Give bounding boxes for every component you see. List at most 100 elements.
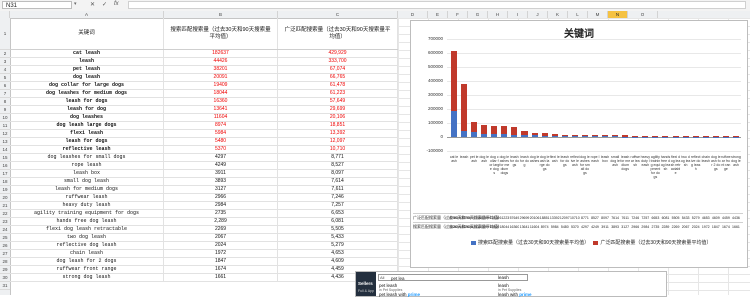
broad-volume-cell[interactable]: 8,097 bbox=[278, 170, 398, 177]
keyword-cell[interactable]: leash for dog bbox=[10, 106, 164, 113]
keyword-cell[interactable]: hands free dog leash bbox=[10, 218, 164, 225]
bar-search-volume[interactable] bbox=[531, 135, 538, 137]
keyword-cell[interactable]: cat leash bbox=[10, 50, 164, 57]
bar-broad-volume[interactable] bbox=[682, 135, 689, 137]
row-header[interactable]: 6 bbox=[0, 82, 10, 90]
row-header[interactable]: 18 bbox=[0, 178, 10, 186]
search-volume-cell[interactable]: 1661 bbox=[164, 274, 278, 281]
keyword-cell[interactable]: dog leash for 2 dogs bbox=[10, 258, 164, 265]
search-volume-cell[interactable]: 5480 bbox=[164, 138, 278, 145]
column-header-j[interactable]: J bbox=[528, 11, 548, 18]
keyword-cell[interactable]: heavy duty leash bbox=[10, 202, 164, 209]
keyword-cell[interactable]: flexi leash bbox=[10, 130, 164, 137]
bar-broad-volume[interactable] bbox=[652, 135, 659, 137]
bar-search-volume[interactable] bbox=[581, 136, 588, 137]
bar-broad-volume[interactable] bbox=[612, 135, 619, 137]
search-volume-cell[interactable]: 3911 bbox=[164, 170, 278, 177]
bar-broad-volume[interactable] bbox=[541, 133, 548, 136]
broad-volume-cell[interactable]: 5,279 bbox=[278, 242, 398, 249]
row-header[interactable]: 26 bbox=[0, 242, 10, 250]
keyword-cell[interactable]: leash bbox=[10, 58, 164, 65]
keyword-header[interactable]: 关键词 bbox=[10, 18, 164, 49]
row-header[interactable]: 2 bbox=[0, 50, 10, 58]
bar-search-volume[interactable] bbox=[461, 130, 468, 137]
search-volume-cell[interactable]: 2024 bbox=[164, 242, 278, 249]
row-header[interactable]: 17 bbox=[0, 170, 10, 178]
keyword-cell[interactable]: dog leashes for small dogs bbox=[10, 154, 164, 161]
cancel-icon[interactable]: ✕ bbox=[90, 1, 95, 8]
broad-volume-cell[interactable]: 66,765 bbox=[278, 74, 398, 81]
row-header[interactable]: 29 bbox=[0, 266, 10, 274]
search-volume-cell[interactable]: 16360 bbox=[164, 98, 278, 105]
search-volume-cell[interactable]: 2,289 bbox=[164, 218, 278, 225]
search-volume-cell[interactable]: 1674 bbox=[164, 266, 278, 273]
broad-volume-cell[interactable]: 4,609 bbox=[278, 258, 398, 265]
bar-search-volume[interactable] bbox=[501, 134, 508, 137]
column-header-d[interactable]: D bbox=[398, 11, 428, 18]
broad-volume-cell[interactable]: 429,929 bbox=[278, 50, 398, 57]
broad-volume-cell[interactable]: 8,527 bbox=[278, 162, 398, 169]
column-header-i[interactable]: I bbox=[508, 11, 528, 18]
broad-volume-cell[interactable]: 333,700 bbox=[278, 58, 398, 65]
bar-broad-volume[interactable] bbox=[511, 126, 518, 135]
broad-volume-cell[interactable]: 5,505 bbox=[278, 226, 398, 233]
keyword-cell[interactable]: reflective leash bbox=[10, 146, 164, 153]
search-volume-cell[interactable]: 2966 bbox=[164, 194, 278, 201]
keyword-cell[interactable]: small dog leash bbox=[10, 178, 164, 185]
column-header-n[interactable]: N bbox=[608, 11, 628, 18]
row-header[interactable]: 11 bbox=[0, 122, 10, 130]
bar-broad-volume[interactable] bbox=[672, 135, 679, 137]
bar-search-volume[interactable] bbox=[612, 136, 619, 137]
suggestion-item[interactable]: leash bbox=[498, 275, 509, 280]
column-header-f[interactable]: F bbox=[448, 11, 468, 18]
row-header[interactable]: 23 bbox=[0, 218, 10, 226]
column-header-g[interactable]: G bbox=[468, 11, 488, 18]
bar-search-volume[interactable] bbox=[491, 134, 498, 137]
bar-search-volume[interactable] bbox=[702, 136, 709, 138]
search-volume-cell[interactable]: 2067 bbox=[164, 234, 278, 241]
column-header-b[interactable]: B bbox=[164, 11, 278, 18]
name-box-dropdown-icon[interactable]: ▾ bbox=[74, 1, 77, 7]
bar-broad-volume[interactable] bbox=[461, 84, 468, 131]
column-header-h[interactable]: H bbox=[488, 11, 508, 18]
row-header[interactable]: 1 bbox=[0, 18, 10, 50]
search-volume-cell[interactable]: 38201 bbox=[164, 66, 278, 73]
bar-search-volume[interactable] bbox=[722, 136, 729, 138]
broad-volume-cell[interactable]: 61,223 bbox=[278, 90, 398, 97]
keyword-cell[interactable]: leash box bbox=[10, 170, 164, 177]
row-header[interactable]: 25 bbox=[0, 234, 10, 242]
keyword-cell[interactable]: rope leash bbox=[10, 162, 164, 169]
search-volume-header[interactable]: 搜索匹配搜索量（过去30天和90天搜索量平均值） bbox=[164, 18, 278, 49]
bar-search-volume[interactable] bbox=[712, 136, 719, 138]
bar-broad-volume[interactable] bbox=[451, 51, 458, 112]
broad-volume-cell[interactable]: 7,614 bbox=[278, 178, 398, 185]
bar-search-volume[interactable] bbox=[672, 136, 679, 138]
search-volume-cell[interactable]: 1847 bbox=[164, 258, 278, 265]
bar-search-volume[interactable] bbox=[622, 136, 629, 138]
row-header[interactable]: 21 bbox=[0, 202, 10, 210]
bar-broad-volume[interactable] bbox=[602, 135, 609, 137]
bar-search-volume[interactable] bbox=[602, 136, 609, 137]
column-header-m[interactable]: M bbox=[588, 11, 608, 18]
bar-search-volume[interactable] bbox=[682, 136, 689, 138]
column-header-o[interactable]: O bbox=[628, 11, 658, 18]
bar-broad-volume[interactable] bbox=[491, 125, 498, 135]
keyword-cell[interactable]: dog collar for large dogs bbox=[10, 82, 164, 89]
bar-broad-volume[interactable] bbox=[632, 135, 639, 137]
bar-broad-volume[interactable] bbox=[531, 132, 538, 136]
keyword-cell[interactable]: ruffwear front range bbox=[10, 266, 164, 273]
keyword-cell[interactable]: strong dog leash bbox=[10, 274, 164, 281]
broad-volume-cell[interactable]: 18,851 bbox=[278, 122, 398, 129]
keyword-cell[interactable]: two dog leash bbox=[10, 234, 164, 241]
bar-broad-volume[interactable] bbox=[481, 124, 488, 135]
bar-search-volume[interactable] bbox=[541, 135, 548, 137]
bar-broad-volume[interactable] bbox=[622, 135, 629, 137]
row-header[interactable]: 5 bbox=[0, 74, 10, 82]
bar-broad-volume[interactable] bbox=[662, 135, 669, 137]
column-header-e[interactable]: E bbox=[428, 11, 448, 18]
row-header[interactable]: 9 bbox=[0, 106, 10, 114]
bar-search-volume[interactable] bbox=[632, 136, 639, 138]
broad-volume-cell[interactable]: 4,653 bbox=[278, 250, 398, 257]
row-header[interactable]: 22 bbox=[0, 210, 10, 218]
enter-icon[interactable]: ✓ bbox=[102, 1, 107, 8]
